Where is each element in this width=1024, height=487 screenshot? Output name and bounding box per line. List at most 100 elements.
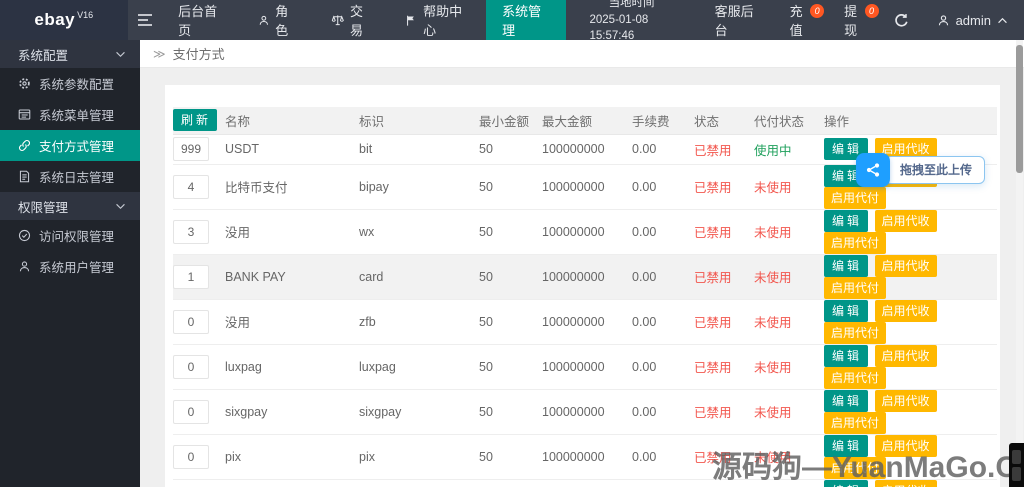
col-header-fee: 手续费 xyxy=(632,107,694,135)
sidebar-item-system-users[interactable]: 系统用户管理 xyxy=(0,251,140,282)
hamburger-icon[interactable] xyxy=(128,0,163,40)
sidebar-item-label: 系统菜单管理 xyxy=(39,109,115,123)
breadcrumb: ≫ 支付方式 xyxy=(140,40,1024,68)
refresh-icon[interactable] xyxy=(882,0,921,40)
sidebar-section-system-config[interactable]: 系统配置 xyxy=(0,40,140,68)
sidebar: 系统配置 系统参数配置 系统菜单管理 支付方式管理 系统日志管理 权限管理 访问… xyxy=(0,40,140,487)
status-text: 已禁用 xyxy=(694,209,754,255)
enable-collect-button[interactable]: 启用代收 xyxy=(874,299,937,322)
col-header-payout-status: 代付状态 xyxy=(754,107,824,135)
sidebar-item-system-menu[interactable]: 系统菜单管理 xyxy=(0,99,140,130)
enable-collect-button[interactable]: 启用代收 xyxy=(874,254,937,277)
payment-code: luxpag xyxy=(359,344,479,390)
nav-item-system[interactable]: 系统管理 xyxy=(486,0,566,40)
recharge-badge: 0 xyxy=(810,4,825,18)
sidebar-item-label: 访问权限管理 xyxy=(39,230,115,244)
user-menu[interactable]: admin xyxy=(921,0,1024,40)
scrollbar-track[interactable] xyxy=(1016,40,1023,487)
user-icon xyxy=(19,261,30,272)
enable-payout-button[interactable]: 启用代付 xyxy=(824,276,887,299)
max-amount: 100000000 xyxy=(542,134,632,165)
edit-button[interactable]: 编辑 xyxy=(824,254,869,277)
corner-tool-button[interactable] xyxy=(1012,467,1021,481)
col-header-max: 最大金额 xyxy=(542,107,632,135)
max-amount: 100000000 xyxy=(542,479,632,487)
sidebar-item-system-params[interactable]: 系统参数配置 xyxy=(0,68,140,99)
enable-payout-button[interactable]: 启用代付 xyxy=(824,411,887,434)
nav-item-trade[interactable]: 交易 xyxy=(315,0,390,40)
sort-input[interactable] xyxy=(173,264,209,289)
payment-name: sepropay xyxy=(225,479,359,487)
nav-label: 帮助中心 xyxy=(423,4,463,38)
sort-input[interactable] xyxy=(173,174,209,199)
enable-collect-button[interactable]: 启用代收 xyxy=(874,389,937,412)
max-amount: 100000000 xyxy=(542,434,632,480)
edit-button[interactable]: 编辑 xyxy=(824,209,869,232)
sidebar-item-label: 系统参数配置 xyxy=(39,78,115,92)
log-icon xyxy=(19,170,30,183)
withdraw-badge: 0 xyxy=(864,4,879,18)
sort-input[interactable] xyxy=(173,309,209,334)
payment-name: 没用 xyxy=(225,209,359,255)
payout-status-text: 未使用 xyxy=(754,344,824,390)
col-header-min: 最小金额 xyxy=(479,107,542,135)
fee: 0.00 xyxy=(632,134,694,165)
shield-check-icon xyxy=(18,229,31,242)
nav-item-home[interactable]: 后台首页 xyxy=(162,0,241,40)
scrollbar-thumb[interactable] xyxy=(1016,45,1023,173)
breadcrumb-icon: ≫ xyxy=(153,46,166,61)
min-amount: 50 xyxy=(479,389,542,435)
col-header-status: 状态 xyxy=(694,107,754,135)
payment-code: bit xyxy=(359,134,479,165)
sidebar-section-permissions[interactable]: 权限管理 xyxy=(0,192,140,220)
page: ebay V16 后台首页 角色 交易 帮助中心 系统管理 当地时间 2025-… xyxy=(0,0,1024,487)
withdraw-link[interactable]: 提现 0 xyxy=(827,0,881,40)
app-logo[interactable]: ebay V16 xyxy=(0,0,128,40)
status-text: 已禁用 xyxy=(694,389,754,435)
payment-name: USDT xyxy=(225,134,359,165)
payout-status-text: 未使用 xyxy=(754,389,824,435)
enable-collect-button[interactable]: 启用代收 xyxy=(874,344,937,367)
enable-payout-button[interactable]: 启用代付 xyxy=(824,366,887,389)
service-backend-link[interactable]: 客服后台 xyxy=(698,0,773,40)
payout-status-text: 未使用 xyxy=(754,164,824,210)
enable-payout-button[interactable]: 启用代付 xyxy=(824,321,887,344)
refresh-button[interactable]: 刷新 xyxy=(173,109,218,132)
gear-icon xyxy=(19,78,30,89)
sort-input[interactable] xyxy=(173,444,209,469)
section-title: 权限管理 xyxy=(18,200,69,215)
enable-payout-button[interactable]: 启用代付 xyxy=(824,231,887,254)
section-title: 系统配置 xyxy=(18,48,69,63)
sort-input[interactable] xyxy=(173,137,209,161)
table-row: 没用 zfb 50 100000000 0.00 已禁用 未使用 编辑 启用代收… xyxy=(173,299,997,345)
max-amount: 100000000 xyxy=(542,299,632,345)
status-text: 已禁用 xyxy=(694,134,754,165)
payment-code: Sepropay xyxy=(359,479,479,487)
table-row: BANK PAY card 50 100000000 0.00 已禁用 未使用 … xyxy=(173,254,997,300)
sort-input[interactable] xyxy=(173,219,209,244)
sidebar-item-system-logs[interactable]: 系统日志管理 xyxy=(0,161,140,192)
min-amount: 50 xyxy=(479,164,542,210)
edit-button[interactable]: 编辑 xyxy=(824,389,869,412)
nav-item-help[interactable]: 帮助中心 xyxy=(389,0,486,40)
enable-collect-button[interactable]: 启用代收 xyxy=(874,209,937,232)
sidebar-item-payment-methods[interactable]: 支付方式管理 xyxy=(0,130,140,161)
edit-button[interactable]: 编辑 xyxy=(824,299,869,322)
max-amount: 100000000 xyxy=(542,344,632,390)
corner-tool-button[interactable] xyxy=(1012,450,1021,464)
sort-input[interactable] xyxy=(173,399,209,424)
nav-label: 系统管理 xyxy=(502,4,542,38)
sidebar-item-access-permissions[interactable]: 访问权限管理 xyxy=(0,220,140,251)
enable-payout-button[interactable]: 启用代付 xyxy=(824,186,887,209)
fee: 0.00 xyxy=(632,479,694,487)
payout-status-text: 未使用 xyxy=(754,254,824,300)
nav-label: 角色 xyxy=(275,4,289,38)
edit-button[interactable]: 编辑 xyxy=(824,344,869,367)
status-text: 已禁用 xyxy=(694,254,754,300)
nav-item-roles[interactable]: 角色 xyxy=(242,0,315,40)
payout-status-text: 使用中 xyxy=(754,134,824,165)
corner-tools-widget[interactable] xyxy=(1009,443,1024,487)
recharge-link[interactable]: 充值 0 xyxy=(773,0,827,40)
trade-icon xyxy=(331,15,344,26)
sort-input[interactable] xyxy=(173,354,209,379)
